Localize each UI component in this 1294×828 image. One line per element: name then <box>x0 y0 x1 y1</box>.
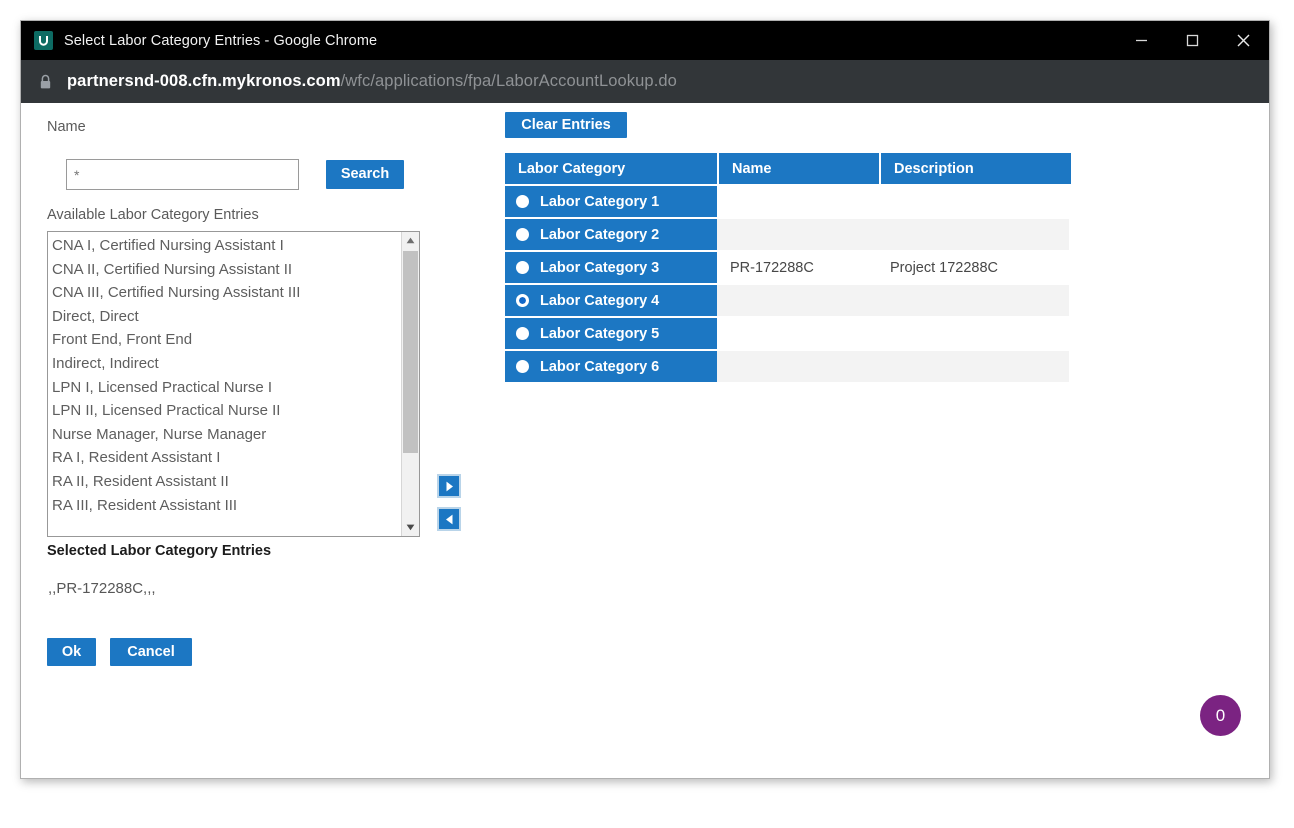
list-item[interactable]: Nurse Manager, Nurse Manager <box>52 423 401 447</box>
list-item[interactable]: Direct, Direct <box>52 305 401 329</box>
status-badge[interactable]: 0 <box>1200 695 1241 736</box>
search-button[interactable]: Search <box>326 160 404 189</box>
radio-button-icon[interactable] <box>516 228 529 241</box>
arrow-left-icon[interactable] <box>437 507 461 531</box>
lock-icon <box>39 74 52 90</box>
list-item[interactable]: RA III, Resident Assistant III <box>52 494 401 518</box>
list-scrollbar[interactable] <box>401 232 419 536</box>
labor-category-label: Labor Category 4 <box>540 293 659 309</box>
list-item[interactable]: LPN I, Licensed Practical Nurse I <box>52 376 401 400</box>
list-item[interactable]: Front End, Front End <box>52 328 401 352</box>
labor-category-label: Labor Category 5 <box>540 326 659 342</box>
selected-entries-label: Selected Labor Category Entries <box>47 543 271 559</box>
description-cell: Project 172288C <box>877 252 1069 283</box>
list-item[interactable]: RA II, Resident Assistant II <box>52 470 401 494</box>
name-label: Name <box>47 119 86 135</box>
radio-button-icon-selected[interactable] <box>516 294 529 307</box>
name-cell <box>717 285 877 316</box>
labor-category-label: Labor Category 6 <box>540 359 659 375</box>
table-header-row: Labor Category Name Description <box>505 153 1071 184</box>
column-header-name: Name <box>719 153 879 184</box>
search-row: Search <box>66 159 404 190</box>
column-header-description: Description <box>881 153 1071 184</box>
description-cell <box>877 318 1069 349</box>
arrow-right-icon[interactable] <box>437 474 461 498</box>
name-cell <box>717 351 877 382</box>
table-row[interactable]: Labor Category 2 <box>505 219 1071 250</box>
transfer-buttons <box>437 474 461 531</box>
close-button[interactable] <box>1218 21 1269 60</box>
available-entries-listbox[interactable]: CNA I, Certified Nursing Assistant I CNA… <box>47 231 420 537</box>
scroll-up-arrow-icon[interactable] <box>402 232 419 249</box>
description-cell <box>877 186 1069 217</box>
cancel-button[interactable]: Cancel <box>110 638 192 666</box>
radio-button-icon[interactable] <box>516 360 529 373</box>
table-row[interactable]: Labor Category 3 PR-172288C Project 1722… <box>505 252 1071 283</box>
available-entries-label: Available Labor Category Entries <box>47 207 259 223</box>
labor-category-label: Labor Category 2 <box>540 227 659 243</box>
selected-entries-value: ,,PR-172288C,,, <box>48 580 156 597</box>
address-bar[interactable]: partnersnd-008.cfn.mykronos.com/wfc/appl… <box>21 60 1269 103</box>
table-row[interactable]: Labor Category 6 <box>505 351 1071 382</box>
list-item[interactable]: CNA II, Certified Nursing Assistant II <box>52 258 401 282</box>
labor-category-table: Labor Category Name Description Labor Ca… <box>505 153 1071 384</box>
maximize-button[interactable] <box>1167 21 1218 60</box>
url-host: partnersnd-008.cfn.mykronos.com <box>67 72 341 90</box>
labor-category-cell[interactable]: Labor Category 3 <box>505 252 717 283</box>
labor-category-label: Labor Category 1 <box>540 194 659 210</box>
list-item[interactable]: Indirect, Indirect <box>52 352 401 376</box>
minimize-button[interactable] <box>1116 21 1167 60</box>
name-cell <box>717 318 877 349</box>
labor-category-cell[interactable]: Labor Category 1 <box>505 186 717 217</box>
list-item[interactable]: RA I, Resident Assistant I <box>52 446 401 470</box>
ukg-logo-icon <box>34 31 53 50</box>
clear-entries-button[interactable]: Clear Entries <box>505 112 627 138</box>
title-bar: Select Labor Category Entries - Google C… <box>21 21 1269 60</box>
labor-category-cell[interactable]: Labor Category 5 <box>505 318 717 349</box>
url-text: partnersnd-008.cfn.mykronos.com/wfc/appl… <box>67 72 677 91</box>
list-item[interactable]: CNA III, Certified Nursing Assistant III <box>52 281 401 305</box>
labor-category-cell[interactable]: Labor Category 6 <box>505 351 717 382</box>
url-path: /wfc/applications/fpa/LaborAccountLookup… <box>341 72 677 90</box>
table-row[interactable]: Labor Category 4 <box>505 285 1071 316</box>
scrollbar-thumb[interactable] <box>403 251 418 453</box>
scroll-down-arrow-icon[interactable] <box>402 519 419 536</box>
list-item[interactable]: CNA I, Certified Nursing Assistant I <box>52 234 401 258</box>
labor-category-cell[interactable]: Labor Category 4 <box>505 285 717 316</box>
browser-window: Select Labor Category Entries - Google C… <box>20 20 1270 779</box>
description-cell <box>877 219 1069 250</box>
table-row[interactable]: Labor Category 5 <box>505 318 1071 349</box>
name-cell: PR-172288C <box>717 252 877 283</box>
radio-button-icon[interactable] <box>516 195 529 208</box>
name-cell <box>717 186 877 217</box>
column-header-labor-category: Labor Category <box>505 153 717 184</box>
labor-category-cell[interactable]: Labor Category 2 <box>505 219 717 250</box>
window-controls <box>1116 21 1269 60</box>
ok-button[interactable]: Ok <box>47 638 96 666</box>
description-cell <box>877 351 1069 382</box>
window-title: Select Labor Category Entries - Google C… <box>64 33 377 49</box>
description-cell <box>877 285 1069 316</box>
labor-category-label: Labor Category 3 <box>540 260 659 276</box>
table-row[interactable]: Labor Category 1 <box>505 186 1071 217</box>
name-search-input[interactable] <box>66 159 299 190</box>
footer-buttons: Ok Cancel <box>47 638 192 666</box>
page-content: Name Search Available Labor Category Ent… <box>21 103 1269 778</box>
radio-button-icon[interactable] <box>516 327 529 340</box>
available-entries-list: CNA I, Certified Nursing Assistant I CNA… <box>48 232 401 536</box>
list-item[interactable]: LPN II, Licensed Practical Nurse II <box>52 399 401 423</box>
name-cell <box>717 219 877 250</box>
radio-button-icon[interactable] <box>516 261 529 274</box>
